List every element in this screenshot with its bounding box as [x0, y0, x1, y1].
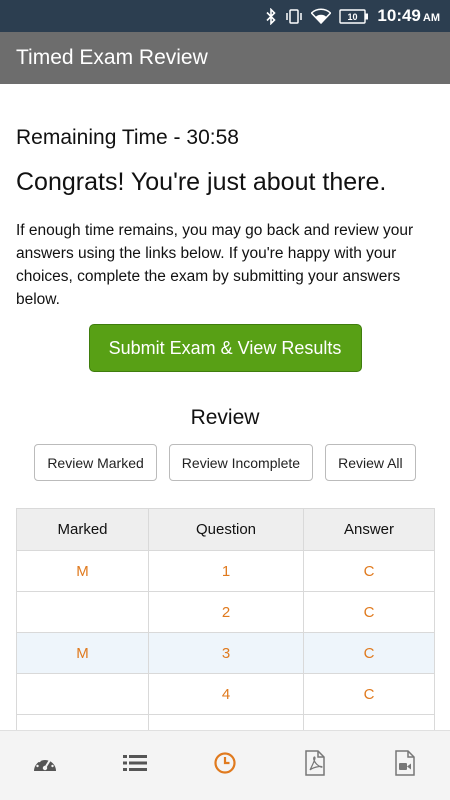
cell-marked: M: [16, 632, 149, 674]
table-row[interactable]: 2 C: [16, 591, 435, 633]
cell-question-link[interactable]: 4: [148, 673, 304, 715]
results-table: Marked Question Answer M 1 C 2 C M 3 C 4…: [16, 508, 435, 730]
status-clock: 10:49 AM: [377, 6, 440, 26]
cell-answer: C: [303, 632, 435, 674]
nav-dashboard[interactable]: [0, 731, 90, 800]
cell-question-link[interactable]: 3: [148, 632, 304, 674]
review-heading: Review: [190, 406, 260, 429]
header-question: Question: [148, 508, 304, 551]
cell-answer: C: [303, 673, 435, 715]
cell-question-link[interactable]: 1: [148, 550, 304, 592]
table-row[interactable]: M 3 C: [16, 632, 435, 674]
cell-answer: C: [303, 714, 435, 730]
page-title: Timed Exam Review: [16, 46, 208, 69]
dashboard-icon: [32, 753, 58, 778]
status-ampm: AM: [422, 12, 440, 24]
review-buttons: Review Marked Review Incomplete Review A…: [16, 444, 434, 481]
table-row[interactable]: M 1 C: [16, 550, 435, 592]
review-all-button[interactable]: Review All: [325, 444, 416, 481]
pdf-icon: [304, 750, 326, 781]
nav-timer[interactable]: [180, 731, 270, 800]
main-content: Remaining Time - 30:58 Congrats! You're …: [0, 84, 450, 730]
video-file-icon: [394, 750, 416, 781]
nav-pdf[interactable]: [270, 731, 360, 800]
cell-answer: C: [303, 550, 435, 592]
info-text: If enough time remains, you may go back …: [16, 222, 414, 308]
cell-question-link[interactable]: 2: [148, 591, 304, 633]
cell-marked: M: [16, 550, 149, 592]
nav-video[interactable]: [360, 731, 450, 800]
bluetooth-icon: [265, 7, 277, 25]
list-icon: [122, 753, 148, 778]
clock-icon: [213, 751, 237, 780]
header-answer: Answer: [303, 508, 435, 551]
review-incomplete-button[interactable]: Review Incomplete: [168, 444, 314, 481]
review-marked-button[interactable]: Review Marked: [34, 444, 157, 481]
status-time: 10:49: [377, 6, 421, 25]
battery-level: 10: [348, 12, 358, 22]
submit-exam-button[interactable]: Submit Exam & View Results: [88, 324, 362, 372]
status-bar: 10 10:49 AM: [0, 0, 450, 32]
nav-list[interactable]: [90, 731, 180, 800]
congrats-heading: Congrats! You're just about there.: [16, 168, 387, 196]
bottom-nav: [0, 730, 450, 800]
table-row[interactable]: 4 C: [16, 673, 435, 715]
app-bar: Timed Exam Review: [0, 32, 450, 84]
cell-marked: [16, 714, 149, 730]
battery-icon: 10: [339, 8, 369, 24]
vibrate-icon: [285, 8, 303, 25]
wifi-icon: [311, 8, 332, 25]
cell-question-link[interactable]: 5: [148, 714, 304, 730]
remaining-time: Remaining Time - 30:58: [16, 126, 239, 149]
table-row[interactable]: 5 C: [16, 714, 435, 730]
table-header-row: Marked Question Answer: [16, 508, 435, 551]
cell-marked: [16, 591, 149, 633]
header-marked: Marked: [16, 508, 149, 551]
cell-answer: C: [303, 591, 435, 633]
cell-marked: [16, 673, 149, 715]
